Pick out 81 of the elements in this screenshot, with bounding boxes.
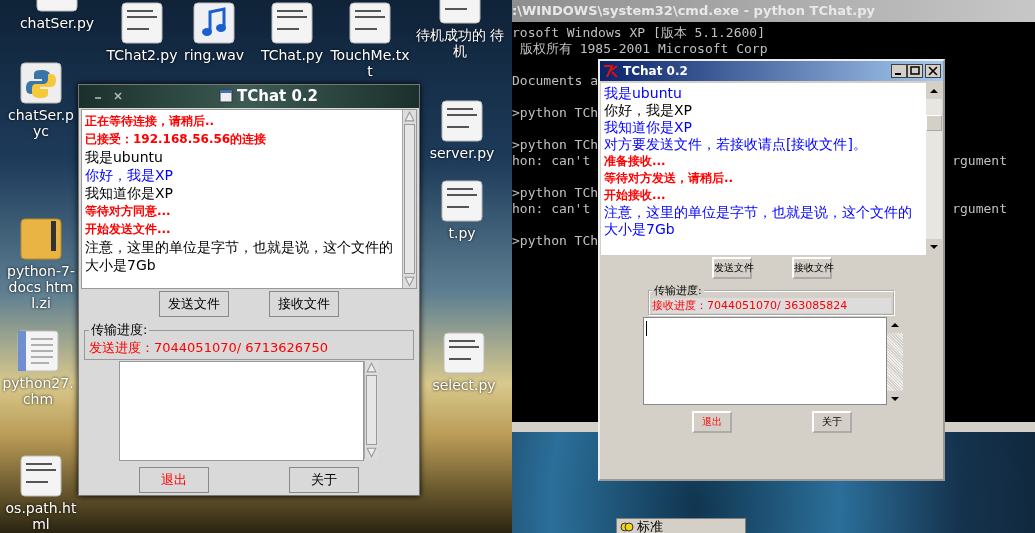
send-file-button[interactable]: 发送文件 — [711, 257, 752, 279]
progress-text: 接收进度：7044051070/ 363085824 — [652, 298, 891, 313]
progress-text: 发送进度：7044051070/ 6713626750 — [89, 339, 329, 357]
input-mode-button[interactable]: 标准 — [637, 519, 663, 533]
receive-file-button[interactable]: 接收文件 — [791, 257, 832, 279]
console-line: >python TCh — [512, 233, 599, 249]
text-file-icon[interactable] — [443, 332, 485, 374]
chat-message: 我知道你是XP — [85, 183, 175, 202]
console-line: >python TCh — [512, 137, 599, 153]
chat-message: 我是ubuntu — [604, 85, 683, 102]
console-line: >python TCh — [512, 105, 599, 121]
window-title: TChat 0.2 — [237, 87, 318, 106]
icon-label: chatSer.pyc — [7, 107, 75, 139]
document-icon[interactable] — [17, 330, 59, 372]
chat-message: 开始接收... — [604, 187, 667, 204]
window-title: TChat 0.2 — [623, 64, 688, 78]
console-line: rgument — [952, 153, 1008, 169]
icon-label: python-7-docs html.zi — [6, 263, 76, 311]
chat-message: 已接受：192.168.56.56的连接 — [85, 130, 268, 148]
text-file-icon[interactable] — [121, 2, 163, 44]
scroll-down-icon[interactable] — [926, 239, 942, 255]
icon-label: t.py — [448, 225, 476, 241]
icon-label: python27.chm — [1, 375, 75, 407]
icon-label: 待机成功的 待机 — [414, 27, 506, 59]
music-note-icon[interactable] — [193, 2, 235, 44]
icon-label: TChat2.py — [106, 47, 178, 63]
chat-message: 准备接收... — [604, 153, 667, 170]
icon-label: os.path.html — [5, 500, 77, 532]
window-icon — [219, 89, 233, 104]
text-cursor — [646, 321, 647, 336]
scroll-up-icon[interactable] — [887, 317, 903, 333]
message-input-field[interactable] — [643, 317, 887, 405]
console-line: rosoft Windows XP [版本 5.1.2600] — [512, 25, 765, 41]
text-file-icon[interactable] — [271, 2, 313, 44]
group-label: 传输进度: — [653, 283, 703, 298]
console-line: hon: can't — [512, 201, 591, 217]
text-file-icon[interactable] — [20, 455, 62, 497]
chat-message: 对方要发送文件，若接收请点[接收文件]。 — [604, 136, 868, 153]
scroll-thumb[interactable] — [926, 115, 942, 131]
icon-label: TouchMe.txt — [330, 47, 410, 79]
chat-message: 我是ubuntu — [85, 147, 164, 166]
feather-icon — [603, 64, 619, 78]
minimize-icon[interactable] — [891, 64, 907, 78]
icon-label: ring.wav — [183, 47, 245, 63]
chat-message: 你好，我是XP — [85, 165, 175, 184]
chat-message: 正在等待连接，请稍后.. — [85, 112, 216, 130]
about-button[interactable]: 关于 — [289, 467, 359, 493]
send-file-button[interactable]: 发送文件 — [159, 291, 229, 317]
zip-archive-icon[interactable] — [20, 218, 62, 260]
python-file-icon[interactable] — [20, 62, 62, 104]
icon-label: select.py — [432, 377, 496, 393]
console-line: 版权所有 1985-2001 Microsoft Corp — [518, 41, 768, 57]
input-method-icon[interactable] — [620, 520, 634, 533]
maximize-icon[interactable] — [907, 64, 923, 78]
chat-message: 开始发送文件... — [85, 220, 172, 238]
message-input-field[interactable] — [119, 361, 364, 461]
about-button[interactable]: 关于 — [811, 411, 852, 433]
text-file-icon[interactable] — [441, 180, 483, 222]
receive-file-button[interactable]: 接收文件 — [269, 291, 339, 317]
console-line: hon: can't — [512, 153, 591, 169]
chat-message: 我知道你是XP — [604, 119, 694, 136]
scrollbar[interactable] — [887, 317, 903, 407]
close-icon[interactable] — [925, 64, 941, 78]
console-line: rgument — [952, 201, 1008, 217]
group-label: 传输进度: — [90, 321, 149, 339]
chat-message: 你好，我是XP — [604, 102, 694, 119]
console-line: >python TCh — [512, 185, 599, 201]
scrollbar[interactable] — [926, 83, 942, 255]
icon-label: chatSer.py — [19, 15, 95, 31]
chat-message: 等待对方同意... — [85, 202, 172, 220]
chat-message: 注意，这里的单位是字节，也就是说，这个文件的大小是7Gb — [85, 237, 394, 274]
chat-message: 等待对方发送，请稍后.. — [604, 170, 735, 187]
text-file-icon[interactable] — [441, 100, 483, 142]
close-icon[interactable] — [113, 91, 123, 102]
chat-message: 注意，这里的单位是字节，也就是说，这个文件的大小是7Gb — [604, 204, 913, 238]
icon-label: TChat.py — [260, 47, 324, 63]
text-file-icon[interactable] — [349, 2, 391, 44]
icon-label: server.py — [429, 145, 495, 161]
scroll-up-icon[interactable] — [926, 83, 942, 99]
console-line: Documents a — [512, 73, 599, 89]
window-title: :\WINDOWS\system32\cmd.exe - python TChat.py — [512, 0, 1035, 22]
